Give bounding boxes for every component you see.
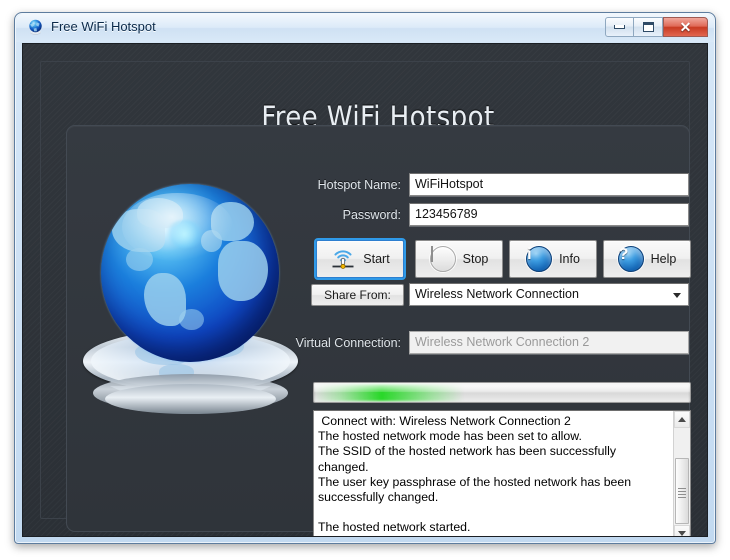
grip-icon	[678, 490, 686, 492]
log-scrollbar[interactable]	[673, 411, 690, 536]
start-button-label: Start	[363, 252, 390, 266]
globe-specular	[165, 219, 205, 249]
password-label: Password:	[342, 208, 401, 222]
share-from-button[interactable]: Share From:	[311, 284, 404, 306]
log-output[interactable]: Connect with: Wireless Network Connectio…	[313, 410, 691, 536]
globe-sphere	[101, 184, 279, 362]
stop-button-label: Stop	[462, 252, 489, 266]
maximize-icon	[642, 22, 654, 32]
chevron-down-icon	[678, 531, 686, 536]
pedestal-rim-inner	[105, 384, 276, 414]
hotspot-name-label: Hotspot Name:	[317, 178, 401, 192]
virtual-connection-field: Wireless Network Connection 2	[409, 331, 689, 354]
info-button[interactable]: i Info	[509, 240, 597, 278]
log-text: Connect with: Wireless Network Connectio…	[318, 414, 632, 535]
start-button[interactable]: Start	[316, 240, 404, 278]
scroll-up-button[interactable]	[674, 411, 690, 428]
chevron-down-icon[interactable]	[673, 293, 681, 298]
window-controls: ✕	[605, 17, 708, 38]
password-input[interactable]: 123456789	[409, 203, 689, 226]
progress-gloss	[314, 383, 690, 393]
maximize-button[interactable]	[634, 17, 663, 37]
title-bar[interactable]: Free WiFi Hotspot ✕	[15, 13, 715, 43]
hotspot-name-input[interactable]: WiFiHotspot	[409, 173, 689, 196]
close-icon: ✕	[679, 19, 692, 35]
client-area: Free WiFi Hotspot Hotspot Name: WiFiHots…	[22, 43, 708, 537]
globe-illustration	[83, 184, 298, 429]
help-button[interactable]: ? Help	[603, 240, 691, 278]
globe-icon	[27, 19, 44, 36]
share-from-button-label: Share From:	[324, 288, 391, 302]
virtual-connection-label: Virtual Connection:	[295, 336, 401, 350]
application-window: Free WiFi Hotspot ✕ Free WiFi Hotspot Ho…	[14, 12, 716, 544]
stop-square-icon	[429, 246, 456, 272]
scroll-down-button[interactable]	[674, 525, 690, 536]
chevron-up-icon	[678, 417, 686, 422]
wifi-signal-icon	[330, 247, 356, 271]
share-from-selected-value: Wireless Network Connection	[415, 287, 579, 301]
window-title: Free WiFi Hotspot	[51, 19, 156, 34]
stop-button[interactable]: Stop	[415, 240, 503, 278]
share-from-select[interactable]: Wireless Network Connection	[409, 283, 689, 306]
help-button-label: Help	[650, 252, 677, 266]
minimize-icon	[614, 25, 625, 29]
info-circle-icon: i	[526, 246, 553, 272]
scroll-thumb[interactable]	[675, 458, 689, 524]
info-button-label: Info	[559, 252, 580, 266]
close-button[interactable]: ✕	[663, 17, 708, 37]
minimize-button[interactable]	[605, 17, 634, 37]
activity-progress-bar	[313, 382, 691, 403]
help-question-icon: ?	[617, 246, 644, 272]
